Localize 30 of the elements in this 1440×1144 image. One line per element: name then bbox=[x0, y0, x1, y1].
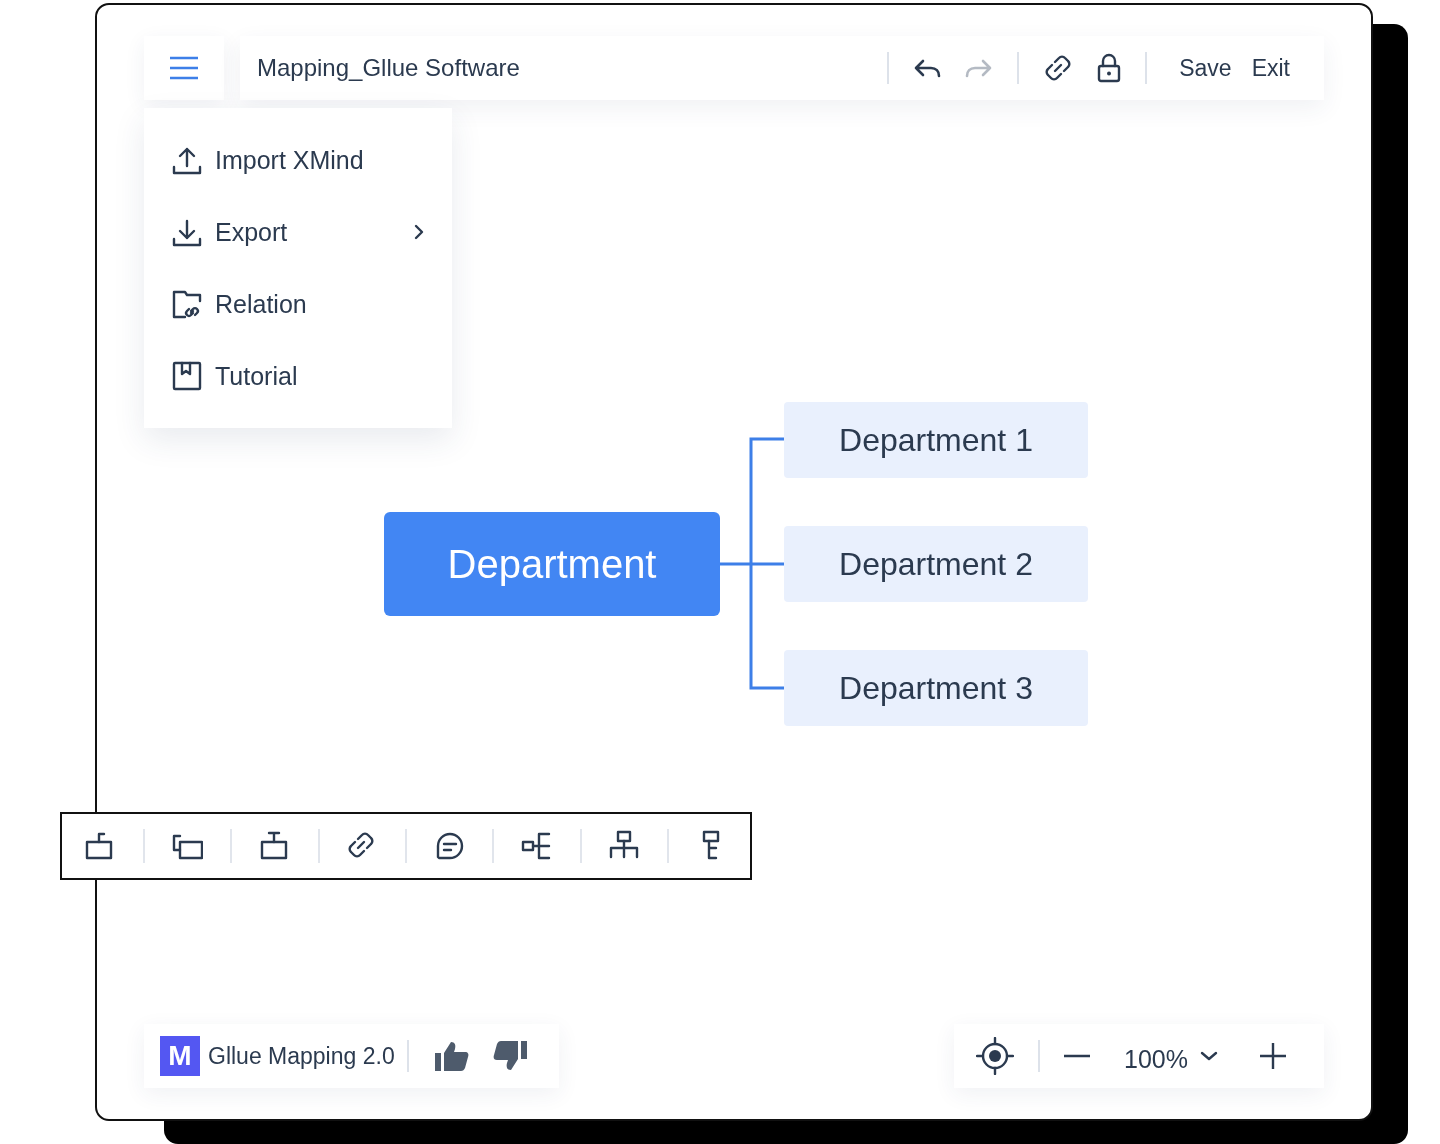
menu-item[interactable]: Relation bbox=[144, 268, 452, 340]
child-node[interactable]: Department 1 bbox=[784, 402, 1088, 478]
chevron-right-icon bbox=[414, 224, 424, 240]
child-node[interactable]: Department 2 bbox=[784, 526, 1088, 602]
menu-icon bbox=[170, 56, 198, 80]
child-node[interactable]: Department 3 bbox=[784, 650, 1088, 726]
redo-icon bbox=[965, 57, 994, 79]
menu-button[interactable] bbox=[144, 36, 224, 100]
target-icon bbox=[976, 1037, 1015, 1075]
minus-icon bbox=[1064, 1054, 1091, 1058]
header-link-button[interactable]: Save bbox=[1179, 54, 1232, 82]
header-link-button[interactable]: Exit bbox=[1251, 54, 1290, 82]
menu-item[interactable]: Export bbox=[144, 196, 452, 268]
zoom-dropdown[interactable]: 100% bbox=[1124, 1038, 1218, 1074]
product-name: Gllue Mapping 2.0 bbox=[208, 1042, 395, 1070]
undo-icon bbox=[913, 57, 942, 79]
menu-item[interactable]: Tutorial bbox=[144, 340, 452, 412]
logo-badge: M bbox=[160, 1036, 200, 1076]
lock-icon bbox=[1097, 53, 1122, 83]
thumbs-up-icon bbox=[432, 1040, 469, 1072]
plus-icon bbox=[1260, 1043, 1286, 1069]
thumbs-down-icon bbox=[492, 1040, 529, 1072]
document-title: Mapping_Gllue Software bbox=[257, 54, 521, 82]
menu-item-icon bbox=[172, 145, 202, 175]
menu-item-icon bbox=[172, 289, 202, 319]
menu-item-icon bbox=[172, 361, 202, 391]
chevron-down-icon bbox=[1200, 1051, 1218, 1061]
menu-item-icon bbox=[172, 217, 202, 247]
menu-item[interactable]: Import XMind bbox=[144, 124, 452, 196]
root-node[interactable]: Department bbox=[384, 512, 720, 616]
